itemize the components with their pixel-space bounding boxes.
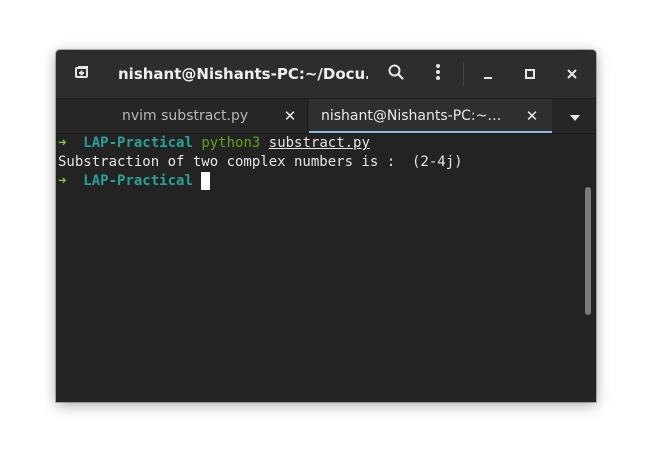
menu-button[interactable] — [420, 50, 456, 98]
kebab-menu-icon — [435, 63, 441, 85]
tab-shell-active[interactable]: nishant@Nishants-PC:~… ✕ — [309, 99, 552, 133]
maximize-button[interactable] — [512, 50, 548, 98]
command-argument: substract.py — [268, 135, 370, 151]
tab-close-icon[interactable]: ✕ — [280, 99, 300, 133]
command-name: python3 — [201, 135, 261, 151]
title-bar: nishant@Nishants-PC:~/Docu… — [56, 50, 596, 99]
window-title: nishant@Nishants-PC:~/Docu… — [118, 65, 368, 83]
prompt-directory: LAP-Practical — [83, 173, 193, 189]
prompt-arrow: ➜ — [58, 135, 67, 151]
search-icon — [387, 63, 405, 85]
chevron-down-icon — [569, 107, 581, 126]
new-tab-icon — [74, 64, 90, 84]
new-tab-button[interactable] — [64, 50, 100, 98]
minimize-icon — [482, 65, 494, 84]
terminal-window: nishant@Nishants-PC:~/Docu… nvim substra… — [56, 50, 596, 402]
tab-list-button[interactable] — [553, 99, 596, 133]
tab-close-icon[interactable]: ✕ — [522, 99, 542, 133]
prompt-directory: LAP-Practical — [83, 135, 193, 151]
scrollbar[interactable] — [585, 187, 591, 315]
terminal-line: ➜ LAP-Practical python3 substract.py — [58, 134, 370, 153]
close-icon — [566, 65, 578, 84]
search-button[interactable] — [378, 50, 414, 98]
text-cursor — [201, 172, 211, 190]
tab-label: nishant@Nishants-PC:~… — [321, 108, 502, 124]
tab-label: nvim substract.py — [122, 108, 249, 124]
prompt-arrow: ➜ — [58, 173, 67, 189]
maximize-icon — [524, 65, 536, 84]
terminal-line: ➜ LAP-Practical — [58, 172, 211, 191]
terminal-line: Substraction of two complex numbers is :… — [58, 153, 463, 172]
title-separator — [463, 62, 464, 86]
tab-bar: nvim substract.py ✕ nishant@Nishants-PC:… — [56, 99, 596, 134]
minimize-button[interactable] — [470, 50, 506, 98]
tab-nvim-substract[interactable]: nvim substract.py ✕ — [56, 99, 308, 133]
program-output: Substraction of two complex numbers is :… — [58, 154, 463, 170]
close-button[interactable] — [554, 50, 590, 98]
terminal-output[interactable]: ➜ LAP-Practical python3 substract.py Sub… — [56, 134, 596, 402]
